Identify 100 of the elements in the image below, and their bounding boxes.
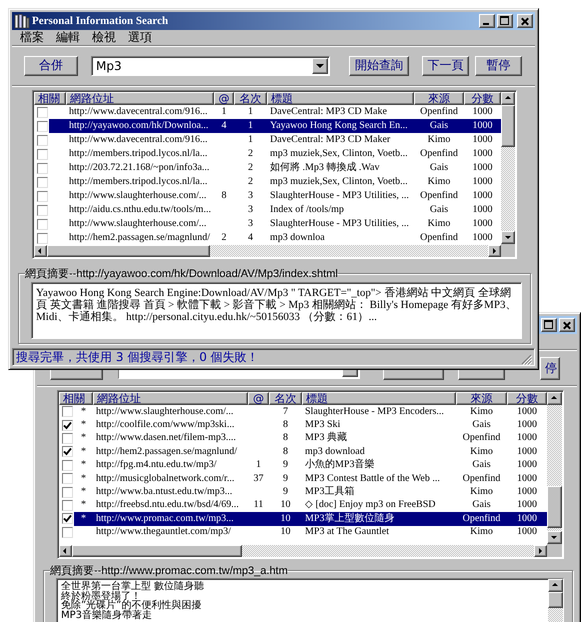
menu-item[interactable]: 編輯: [50, 29, 86, 46]
column-header[interactable]: 分數: [507, 392, 547, 405]
table-row[interactable]: http://yayawoo.com/hk/Downloa... 4 1 Yayawoo Hong Kong Search En... Gais 1000: [49, 119, 501, 133]
table-cell-text: 1000: [516, 526, 538, 538]
checkbox[interactable]: [62, 526, 73, 538]
table-row[interactable]: * http://www.promac.com.tw/mp3... 10 MP3掌上型數位隨身 Openfind 1000: [74, 512, 547, 526]
vertical-scrollbar[interactable]: [501, 92, 515, 244]
table-row[interactable]: http://members.tripod.lycos.nl/la... 2 mp3 muziek,Sex, Clinton, Voetb... Openfind 1000: [49, 147, 501, 161]
column-header[interactable]: 相關: [59, 392, 93, 405]
scroll-up-button[interactable]: [501, 92, 515, 105]
table-row[interactable]: * http://hem2.passagen.se/magnlund/ 8 mp3 download Kimo 1000: [74, 445, 547, 459]
scroll-left-button[interactable]: [59, 545, 72, 557]
menu-item[interactable]: 選項: [122, 29, 158, 46]
horizontal-scrollbar[interactable]: [59, 545, 547, 557]
column-header[interactable]: 相關: [34, 92, 66, 105]
table-row[interactable]: http://www.slaughterhouse.com/... 3 SlaughterHouse - MP3 Utilities, ... Kimo 1000: [49, 217, 501, 231]
checkbox[interactable]: [37, 232, 48, 244]
table-row[interactable]: * http://www.dasen.net/filem-mp3.... 8 MP3 典藏 Openfind 1000: [74, 432, 547, 446]
checkbox[interactable]: [37, 176, 48, 188]
table-row[interactable]: http://www.slaughterhouse.com/... 8 3 SlaughterHouse - MP3 Utilities, ... Openfind 1000: [49, 189, 501, 203]
scroll-thumb[interactable]: [548, 592, 563, 608]
column-header[interactable]: 標題: [302, 392, 456, 405]
menu-item[interactable]: 檔案: [14, 29, 50, 46]
table-row[interactable]: * http://freebsd.ntu.edu.tw/bsd/4/69... 11 10 ◇ [doc] Enjoy mp3 on FreeBSD Gais 1000: [74, 498, 547, 512]
column-header[interactable]: 網路位址: [93, 392, 248, 405]
scroll-down-button[interactable]: [501, 231, 515, 244]
table-cell-text: Gais: [471, 459, 492, 472]
column-header[interactable]: @: [248, 392, 269, 405]
toolbar-button[interactable]: 開始查詢: [349, 56, 409, 76]
size-grip-icon[interactable]: [521, 354, 532, 365]
checkbox[interactable]: [62, 420, 73, 431]
checkbox[interactable]: [62, 432, 73, 444]
column-header[interactable]: @: [214, 92, 234, 105]
checkbox[interactable]: [37, 218, 48, 230]
toolbar-button[interactable]: 暫停: [475, 56, 522, 76]
checkbox[interactable]: [62, 460, 73, 471]
scroll-down-button[interactable]: [547, 531, 562, 544]
toolbar-button[interactable]: [458, 369, 505, 380]
horizontal-scrollbar[interactable]: [34, 245, 501, 257]
table-row[interactable]: http://www.davecentral.com/916... 1 1 DaveCentral: MP3 CD Make Openfind 1000: [49, 105, 501, 119]
checkbox[interactable]: [62, 500, 73, 511]
checkbox[interactable]: [62, 473, 73, 484]
minimize-button[interactable]: [479, 14, 495, 28]
toolbar-button[interactable]: 停: [540, 357, 560, 380]
table-cell-text: 1000: [516, 472, 538, 485]
merge-button[interactable]: 合併: [24, 56, 78, 76]
scroll-left-button[interactable]: [34, 245, 47, 257]
new-mark: *: [80, 486, 87, 498]
scroll-right-button[interactable]: [488, 245, 501, 257]
checkbox[interactable]: [37, 148, 48, 160]
table-row[interactable]: * http://musicglobalnetwork.com/r... 37 9 MP3 Contest Battle of the Web ... Openfind 1000: [74, 472, 547, 486]
table-row[interactable]: http://www.davecentral.com/916... 1 DaveCentral: MP3 CD Maker Kimo 1000: [49, 133, 501, 147]
column-header[interactable]: 分數: [464, 92, 501, 105]
toolbar-button[interactable]: [383, 369, 444, 380]
checkbox[interactable]: [37, 134, 48, 146]
table-row[interactable]: http://aidu.cs.nthu.edu.tw/tools/m... 3 Index of /tools/mp Gais 1000: [49, 203, 501, 217]
table-cell-text: http://www.thegauntlet.com/mp3/: [95, 526, 232, 538]
scroll-thumb[interactable]: [47, 245, 210, 257]
table-row[interactable]: * http://coolfile.com/www/mp3ski... 8 MP3 Ski Gais 1000: [74, 418, 547, 432]
query-combo[interactable]: Mp3: [91, 56, 330, 76]
scroll-thumb[interactable]: [72, 545, 242, 557]
checkbox[interactable]: [37, 190, 48, 202]
maximize-button[interactable]: [541, 318, 557, 332]
table-cell-text: Openfind: [419, 106, 459, 118]
vertical-scrollbar[interactable]: [547, 392, 562, 544]
column-header[interactable]: 名次: [269, 392, 302, 405]
table-row[interactable]: * http://www.slaughterhouse.com/... 7 SlaughterHouse - MP3 Encoders... Kimo 1000: [74, 405, 547, 418]
column-header[interactable]: 標題: [267, 92, 414, 105]
toolbar-button[interactable]: [50, 369, 103, 380]
scroll-up-button[interactable]: [548, 579, 563, 592]
column-header[interactable]: 名次: [234, 92, 267, 105]
checkbox[interactable]: [62, 486, 73, 498]
checkbox[interactable]: [62, 406, 73, 418]
table-row[interactable]: http://203.72.21.168/~pon/info3a... 2 如何將 .Mp3 轉換成 .Wav Gais 1000: [49, 161, 501, 175]
checkbox[interactable]: [37, 120, 48, 132]
column-header[interactable]: 來源: [414, 92, 464, 105]
table-row[interactable]: http://hem2.passagen.se/magnlund/ 2 4 mp3 downloa Openfind 1000: [49, 231, 501, 245]
table-cell-text: http://www.slaughterhouse.com/...: [95, 406, 234, 418]
checkbox[interactable]: [37, 106, 48, 118]
table-row[interactable]: http://www.thegauntlet.com/mp3/ 10 MP3 at The Gauntlet Kimo 1000: [74, 526, 547, 539]
checkbox[interactable]: [37, 204, 48, 216]
checkbox[interactable]: [62, 446, 73, 458]
checkbox[interactable]: [37, 162, 48, 174]
column-header[interactable]: 來源: [456, 392, 507, 405]
table-cell-text: 9: [282, 459, 289, 472]
query-combo[interactable]: [118, 369, 360, 379]
column-header[interactable]: 網路位址: [66, 92, 214, 105]
close-button[interactable]: [559, 318, 575, 332]
maximize-button[interactable]: [497, 14, 513, 28]
table-row[interactable]: * http://fpg.m4.ntu.edu.tw/mp3/ 1 9 小魚的MP3音樂 Gais 1000: [74, 458, 547, 472]
table-row[interactable]: * http://www.ba.ntust.edu.tw/mp3... 9 MP3工具箱 Kimo 1000: [74, 485, 547, 499]
toolbar-button[interactable]: 下一頁: [422, 56, 469, 76]
scroll-thumb[interactable]: [501, 105, 515, 147]
menu-item[interactable]: 檢視: [86, 29, 122, 46]
scroll-thumb[interactable]: [547, 486, 562, 528]
scroll-up-button[interactable]: [547, 392, 562, 405]
table-row[interactable]: http://members.tripod.lycos.nl/la... 2 mp3 muziek,Sex, Clinton, Voetb... Kimo 1000: [49, 175, 501, 189]
close-button[interactable]: [517, 14, 533, 28]
checkbox[interactable]: [62, 513, 73, 524]
scroll-right-button[interactable]: [534, 545, 547, 557]
